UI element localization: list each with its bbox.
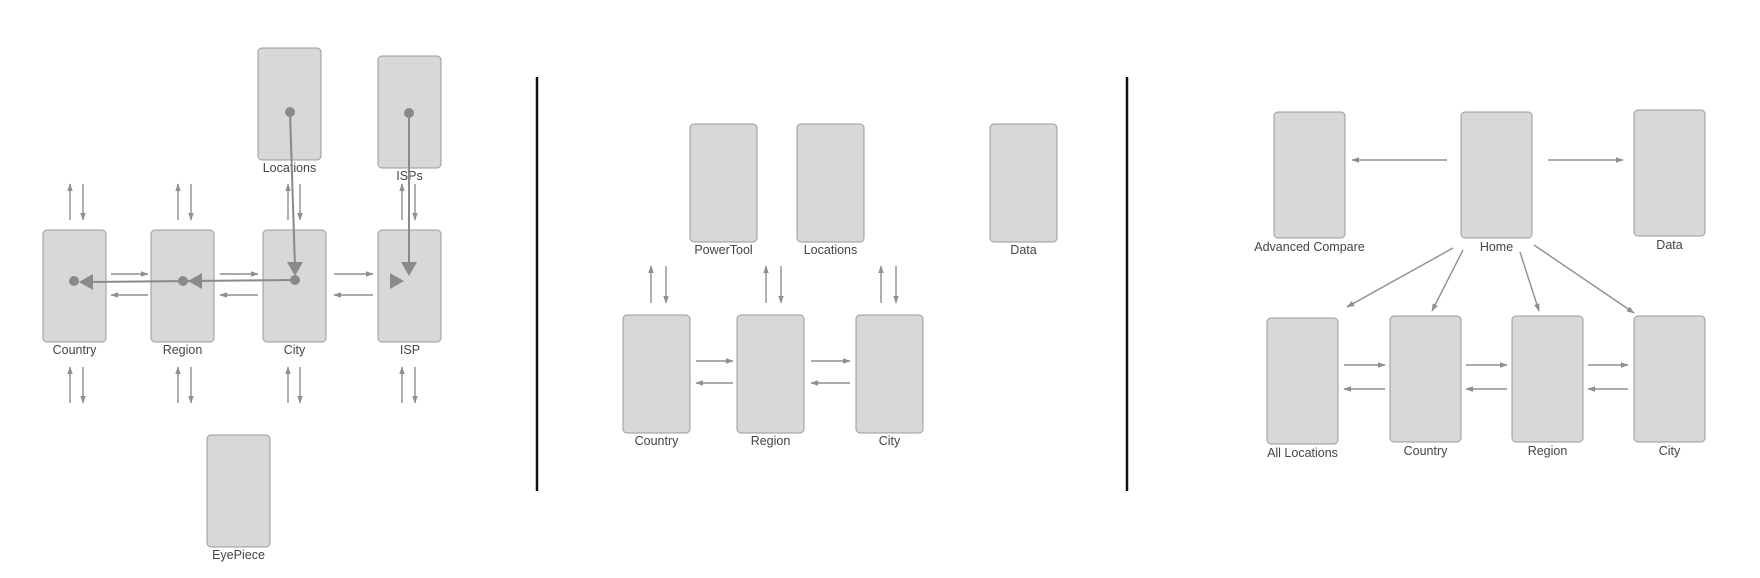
- flow-dot: [290, 275, 300, 285]
- screen-region: Region: [150, 229, 215, 357]
- flow-dot: [178, 276, 188, 286]
- arrow-home-to-country: [1431, 249, 1464, 312]
- screen-country: Country: [622, 314, 691, 448]
- screen-label: Locations: [804, 243, 858, 257]
- screen-label: Data: [1656, 238, 1682, 252]
- screen-label: PowerTool: [694, 243, 752, 257]
- screen-label: Country: [1404, 444, 1449, 458]
- screen-region: Region: [1511, 315, 1584, 458]
- screen-all-locations: All Locations: [1266, 317, 1339, 460]
- screen-label: Data: [1010, 243, 1036, 257]
- navigation-flow-diagram: Locations ISPs Country Region City ISP E…: [42, 47, 1706, 562]
- screen-label: Locations: [263, 161, 317, 175]
- screen-label: Region: [163, 343, 203, 357]
- screen-data: Data: [1633, 109, 1706, 252]
- arrow-home-to-city: [1533, 244, 1635, 314]
- screen-city: City: [855, 314, 924, 448]
- screen-label: EyePiece: [212, 548, 265, 562]
- screen-country: Country: [42, 229, 107, 357]
- panel-1: Locations ISPs Country Region City ISP E…: [42, 47, 442, 562]
- screen-label: Country: [53, 343, 98, 357]
- arrow-home-to-region: [1519, 251, 1540, 312]
- arrow-home-to-all-locations: [1346, 247, 1454, 308]
- screen-eyepiece: EyePiece: [206, 434, 271, 562]
- horizontal-arrows: [1343, 362, 1629, 392]
- screen-advanced-compare: Advanced Compare: [1254, 111, 1365, 254]
- screen-label: City: [284, 343, 306, 357]
- screen-home: Home: [1460, 111, 1533, 254]
- panel-3: Advanced Compare Home Data All Locations…: [1254, 109, 1706, 460]
- screen-locations: Locations: [796, 123, 865, 257]
- vertical-arrows-bottom: [67, 366, 418, 404]
- vertical-arrows: [648, 265, 899, 304]
- horizontal-arrows: [110, 271, 374, 298]
- flow-dot: [404, 108, 414, 118]
- flow-connectors: [69, 107, 417, 290]
- flow-dot: [69, 276, 79, 286]
- screen-label: Country: [635, 434, 680, 448]
- screen-powertool: PowerTool: [689, 123, 758, 257]
- screen-region: Region: [736, 314, 805, 448]
- panel-2: PowerTool Locations Data Country Region …: [622, 123, 1058, 448]
- screen-label: City: [1659, 444, 1681, 458]
- screen-data: Data: [989, 123, 1058, 257]
- screen-label: ISP: [400, 343, 420, 357]
- screen-label: City: [879, 434, 901, 448]
- screen-label: All Locations: [1267, 446, 1338, 460]
- screen-label: Advanced Compare: [1254, 240, 1365, 254]
- screen-label: Region: [1528, 444, 1568, 458]
- flow-dot: [285, 107, 295, 117]
- screen-country: Country: [1389, 315, 1462, 458]
- screen-label: Region: [751, 434, 791, 448]
- screen-label: Home: [1480, 240, 1513, 254]
- vertical-arrows-top: [67, 183, 418, 221]
- screen-city: City: [1633, 315, 1706, 458]
